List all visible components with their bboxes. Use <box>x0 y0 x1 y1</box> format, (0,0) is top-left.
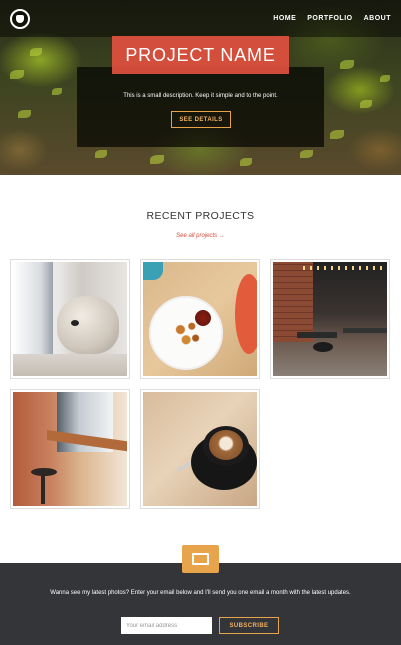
email-input[interactable] <box>121 617 212 634</box>
nav-home[interactable]: HOME <box>273 15 296 22</box>
project-thumbnail-food[interactable] <box>140 259 260 379</box>
main-nav: HOME PORTFOLIO ABOUT <box>273 15 391 22</box>
page: HOME PORTFOLIO ABOUT This is a small des… <box>0 0 401 645</box>
nav-about[interactable]: ABOUT <box>364 15 391 22</box>
project-thumbnail-dog[interactable] <box>10 259 130 379</box>
top-navbar: HOME PORTFOLIO ABOUT <box>0 0 401 37</box>
project-thumbnail-restaurant[interactable] <box>270 259 390 379</box>
recent-projects-heading: RECENT PROJECTS <box>146 210 255 222</box>
restaurant-interior-photo <box>273 262 387 376</box>
project-thumbnail-bar[interactable] <box>10 389 130 509</box>
dog-photo <box>13 262 127 376</box>
food-plate-photo <box>143 262 257 376</box>
coffee-cup-photo <box>143 392 257 506</box>
camera-icon <box>16 15 24 23</box>
bar-stool-photo <box>13 392 127 506</box>
see-details-button[interactable]: SEE DETAILS <box>171 111 231 128</box>
mail-badge <box>182 545 219 573</box>
envelope-icon <box>192 553 209 565</box>
hero-description: This is a small description. Keep it sim… <box>123 93 278 99</box>
see-all-projects-link[interactable]: See all projects → <box>0 233 401 239</box>
project-title: PROJECT NAME <box>125 44 276 65</box>
logo[interactable] <box>10 9 30 29</box>
subscribe-button[interactable]: SUBSCRIBE <box>219 617 279 634</box>
hero-description-panel: This is a small description. Keep it sim… <box>77 67 324 147</box>
project-title-box: PROJECT NAME <box>112 36 289 74</box>
newsletter-text: Wanna see my latest photos? Enter your e… <box>50 590 351 596</box>
project-thumbnail-coffee[interactable] <box>140 389 260 509</box>
hero-banner: HOME PORTFOLIO ABOUT This is a small des… <box>0 0 401 175</box>
nav-portfolio[interactable]: PORTFOLIO <box>307 15 352 22</box>
